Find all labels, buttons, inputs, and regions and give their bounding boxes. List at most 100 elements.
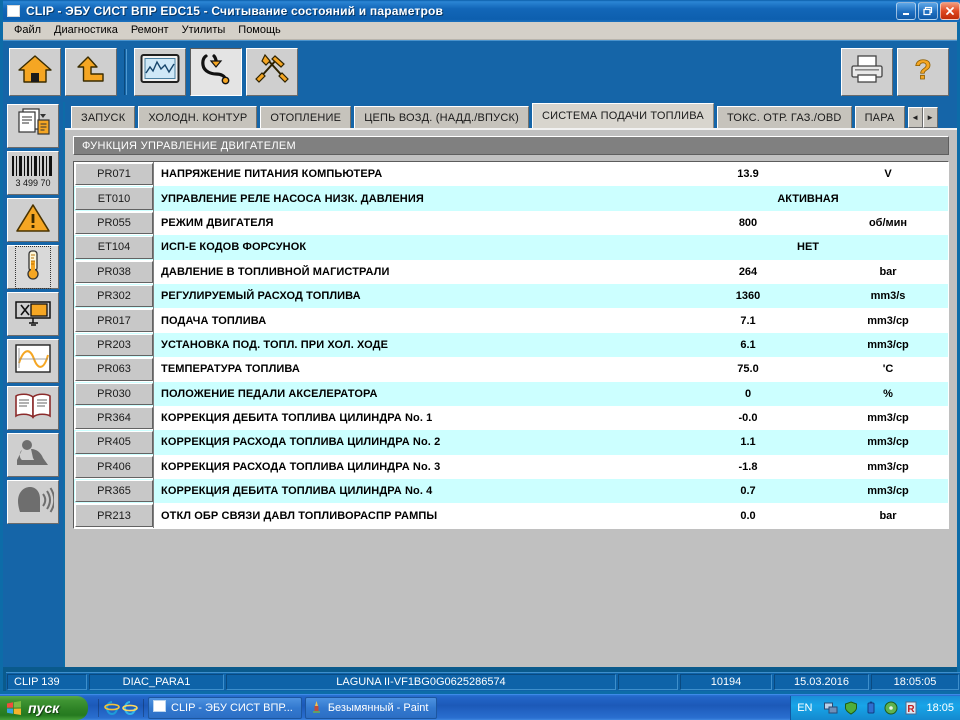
sidebar-item-parameters[interactable]: [7, 245, 59, 289]
home-icon: [17, 53, 53, 90]
start-button[interactable]: пуск: [0, 695, 88, 720]
warning-triangle-icon: [15, 202, 51, 239]
table-row[interactable]: PR213 ОТКЛ ОБР СВЯЗИ ДАВЛ ТОПЛИВОРАСПР Р…: [74, 503, 948, 528]
table-row[interactable]: PR055 РЕЖИМ ДВИГАТЕЛЯ 800 об/мин: [74, 210, 948, 236]
restore-button[interactable]: [918, 2, 938, 20]
sidebar: 3 499 70: [3, 102, 63, 667]
close-button[interactable]: [940, 2, 960, 20]
sidebar-item-documents[interactable]: [7, 104, 59, 148]
battery-icon[interactable]: [863, 700, 878, 715]
tab-air-circuit[interactable]: ЦЕПЬ ВОЗД. (НАДД./ВПУСК): [354, 106, 529, 128]
print-button[interactable]: [841, 47, 893, 96]
start-label: пуск: [28, 699, 60, 716]
table-row[interactable]: PR017 ПОДАЧА ТОПЛИВА 7.1 mm3/cp: [74, 308, 948, 333]
taskbar: пуск CLIP - ЭБУ СИСТ ВПР... Безымянный -…: [0, 694, 960, 720]
disc-icon[interactable]: [883, 700, 898, 715]
param-state: АКТИВНАЯ: [777, 192, 839, 205]
param-unit: mm3/s: [870, 290, 906, 303]
param-label: ТЕМПЕРАТУРА ТОПЛИВА: [153, 357, 668, 382]
tab-cold-circuit[interactable]: ХОЛОДН. КОНТУР: [138, 106, 258, 128]
quick-launch-separator: [98, 698, 99, 717]
up-arrow-icon: [74, 53, 108, 90]
tab-parameters[interactable]: ПАРА: [854, 106, 905, 128]
content-pane: ФУНКЦИЯ УПРАВЛЕНИЕ ДВИГАТЕЛЕМ PR071 НАПР…: [65, 128, 957, 667]
shield-icon[interactable]: [843, 700, 858, 715]
help-button[interactable]: ?: [897, 47, 949, 96]
table-row[interactable]: PR405 КОРРЕКЦИЯ РАСХОДА ТОПЛИВА ЦИЛИНДРА…: [74, 430, 948, 455]
table-row[interactable]: PR203 УСТАНОВКА ПОД. ТОПЛ. ПРИ ХОЛ. ХОДЕ…: [74, 332, 948, 358]
tab-scroll-left-button[interactable]: ◄: [907, 107, 923, 128]
tray-language-indicator[interactable]: EN: [797, 702, 818, 714]
browser-e-icon[interactable]: [121, 699, 139, 717]
param-value: 7.1: [740, 314, 756, 327]
tools-button[interactable]: [246, 47, 298, 96]
menu-item-file[interactable]: Файл: [8, 23, 48, 38]
tab-fuel-system[interactable]: СИСТЕМА ПОДАЧИ ТОПЛИВА: [531, 103, 714, 128]
param-label: РЕЖИМ ДВИГАТЕЛЯ: [153, 210, 668, 236]
tab-zapusk[interactable]: ЗАПУСК: [71, 106, 136, 128]
menu-item-utilities[interactable]: Утилиты: [176, 23, 233, 38]
param-label: ДАВЛЕНИЕ В ТОПЛИВНОЙ МАГИСТРАЛИ: [153, 259, 668, 284]
printer-icon: [848, 53, 886, 90]
param-label: РЕГУЛИРУЕМЫЙ РАСХОД ТОПЛИВА: [153, 283, 668, 309]
seat-person-icon: [13, 438, 53, 473]
taskbar-task-clip[interactable]: CLIP - ЭБУ СИСТ ВПР...: [148, 696, 302, 719]
menu-item-diagnostics[interactable]: Диагностика: [48, 23, 125, 38]
taskbar-task-paint[interactable]: Безымянный - Paint: [304, 696, 438, 719]
minimize-button[interactable]: [896, 2, 916, 20]
tab-scroll-right-button[interactable]: ►: [922, 107, 938, 128]
tab-heating[interactable]: ОТОПЛЕНИЕ: [260, 106, 352, 128]
table-row[interactable]: PR063 ТЕМПЕРАТУРА ТОПЛИВА 75.0 'C: [74, 357, 948, 382]
sidebar-item-faults[interactable]: [7, 198, 59, 242]
param-label: КОРРЕКЦИЯ РАСХОДА ТОПЛИВА ЦИЛИНДРА No. 3: [153, 454, 668, 480]
table-row[interactable]: PR038 ДАВЛЕНИЕ В ТОПЛИВНОЙ МАГИСТРАЛИ 26…: [74, 259, 948, 284]
sidebar-item-barcode[interactable]: 3 499 70: [7, 151, 59, 195]
menu-item-repair[interactable]: Ремонт: [125, 23, 176, 38]
svg-text:R: R: [907, 704, 915, 715]
sidebar-item-documentation[interactable]: [7, 386, 59, 430]
sidebar-item-graph[interactable]: [7, 339, 59, 383]
param-code: PR364: [75, 406, 153, 430]
param-value: 264: [738, 265, 758, 278]
param-code: ET010: [75, 187, 153, 210]
title-bar: CLIP - ЭБУ СИСТ ВПР EDC15 - Считывание с…: [3, 0, 960, 22]
param-state: НЕТ: [797, 241, 819, 254]
table-row[interactable]: ET010 УПРАВЛЕНИЕ РЕЛЕ НАСОСА НИЗК. ДАВЛЕ…: [74, 186, 948, 211]
main-panel: ЗАПУСК ХОЛОДН. КОНТУР ОТОПЛЕНИЕ ЦЕПЬ ВОЗ…: [63, 102, 957, 667]
param-code: PR017: [75, 309, 153, 332]
status-counter: 10194: [680, 674, 772, 690]
param-value: 0.0: [740, 509, 756, 522]
menu-item-help[interactable]: Помощь: [232, 23, 288, 38]
table-row[interactable]: PR030 ПОЛОЖЕНИЕ ПЕДАЛИ АКСЕЛЕРАТОРА 0 %: [74, 381, 948, 406]
param-code: PR038: [75, 260, 153, 283]
section-header: ФУНКЦИЯ УПРАВЛЕНИЕ ДВИГАТЕЛЕМ: [73, 136, 949, 155]
table-row[interactable]: PR365 КОРРЕКЦИЯ ДЕБИТА ТОПЛИВА ЦИЛИНДРА …: [74, 479, 948, 504]
taskbar-task-label: CLIP - ЭБУ СИСТ ВПР...: [171, 701, 293, 714]
home-button[interactable]: [9, 47, 61, 96]
network-icon[interactable]: [823, 700, 838, 715]
diagnostics-button[interactable]: [190, 47, 242, 96]
table-row[interactable]: PR302 РЕГУЛИРУЕМЫЙ РАСХОД ТОПЛИВА 1360 m…: [74, 283, 948, 309]
parameters-view-button[interactable]: [134, 47, 186, 96]
sidebar-item-airbag[interactable]: [7, 433, 59, 477]
param-code: ET104: [75, 236, 153, 259]
back-up-button[interactable]: [65, 47, 117, 96]
tray-clock[interactable]: 18:05: [926, 702, 954, 714]
toolbar-mode-group: [134, 47, 298, 96]
sidebar-item-messages[interactable]: [7, 480, 59, 524]
alert-icon[interactable]: R: [903, 700, 918, 715]
param-unit: mm3/cp: [867, 436, 909, 449]
sidebar-item-actuators[interactable]: [7, 292, 59, 336]
table-row[interactable]: PR406 КОРРЕКЦИЯ РАСХОДА ТОПЛИВА ЦИЛИНДРА…: [74, 454, 948, 480]
table-row[interactable]: PR364 КОРРЕКЦИЯ ДЕБИТА ТОПЛИВА ЦИЛИНДРА …: [74, 405, 948, 431]
internet-explorer-icon[interactable]: [103, 699, 121, 717]
param-value: 75.0: [737, 363, 759, 376]
param-value: -1.8: [738, 460, 758, 473]
table-row[interactable]: ET104 ИСП-Е КОДОВ ФОРСУНОК НЕТ: [74, 235, 948, 260]
param-code: PR213: [75, 504, 153, 527]
param-label: КОРРЕКЦИЯ ДЕБИТА ТОПЛИВА ЦИЛИНДРА No. 1: [153, 405, 668, 431]
param-code: PR063: [75, 358, 153, 381]
parameter-table: PR071 НАПРЯЖЕНИЕ ПИТАНИЯ КОМПЬЮТЕРА 13.9…: [73, 161, 949, 529]
table-row[interactable]: PR071 НАПРЯЖЕНИЕ ПИТАНИЯ КОМПЬЮТЕРА 13.9…: [74, 162, 948, 187]
tab-emissions-obd[interactable]: ТОКС. ОТР. ГАЗ./OBD: [716, 106, 852, 128]
